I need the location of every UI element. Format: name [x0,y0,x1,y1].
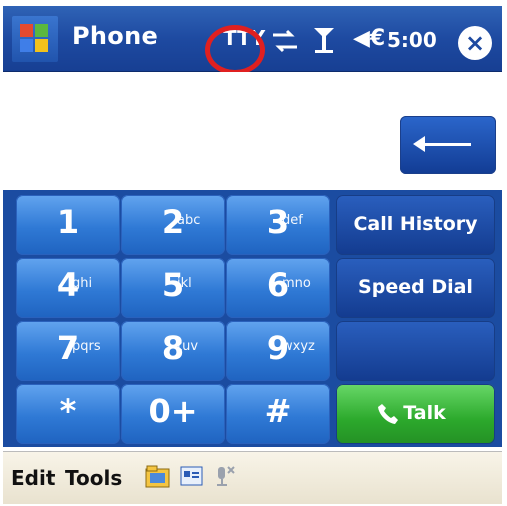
key-letters: wxyz [282,339,315,354]
key-digit: 7 [56,329,80,367]
dial-key-1[interactable]: 1 [16,195,120,255]
call-history-button[interactable]: Call History [336,195,495,255]
dial-key-8[interactable]: 8 tuv [121,321,225,381]
page-title: Phone [72,22,159,50]
dial-key-hash[interactable]: # [226,384,330,444]
connectivity-icon[interactable] [271,29,299,53]
key-letters: def [282,213,303,228]
key-digit: 2 [161,203,185,241]
blank-function-button[interactable] [336,321,495,381]
tools-menu[interactable]: Tools [65,466,122,490]
title-bar: Phone TTY ◀€ 5:00 × [3,6,502,75]
signal-icon[interactable] [310,24,338,56]
phone-screen: Phone TTY ◀€ 5:00 × 1 2 abc 3 def 4 ghi 5 jk… [0,0,507,506]
menu-bar: Edit Tools [3,451,502,504]
volume-icon[interactable]: ◀€ [353,26,385,51]
dial-key-7[interactable]: 7 pqrs [16,321,120,381]
edit-menu[interactable]: Edit [11,466,55,490]
windows-flag-icon [20,24,48,52]
microphone-muted-icon[interactable] [211,464,236,489]
dial-pad: 1 2 abc 3 def 4 ghi 5 jkl 6 mno 7 pqrs 8 tuv 9w… [3,190,502,447]
clock-time[interactable]: 5:00 [387,28,437,52]
key-digit: 4 [56,266,80,304]
dial-key-star[interactable]: * [16,384,120,444]
key-letters: mno [282,276,311,291]
key-letters: jkl [177,276,192,291]
dial-key-4[interactable]: 4 ghi [16,258,120,318]
key-letters: abc [177,213,201,228]
dial-key-6[interactable]: 6 mno [226,258,330,318]
contacts-folder-icon[interactable] [145,464,170,489]
key-digit: 6 [266,266,290,304]
call-history-label: Call History [353,213,478,235]
dial-key-0[interactable]: 0+ [121,384,225,444]
key-digit: 8 [161,329,185,367]
contact-card-icon[interactable] [179,464,204,489]
close-icon[interactable]: × [458,26,492,60]
key-digit: 3 [266,203,290,241]
key-digit: * [59,392,77,430]
key-digit: 1 [56,203,80,241]
talk-button[interactable]: Talk [336,384,495,444]
key-digit: # [264,392,292,430]
key-digit: 5 [161,266,185,304]
key-digit: 0+ [148,392,198,430]
dial-key-9[interactable]: 9 wxyz [226,321,330,381]
key-letters: tuv [177,339,199,354]
backspace-button[interactable] [400,116,496,174]
key-letters: pqrs [72,339,101,354]
highlight-ring [205,25,265,75]
start-button[interactable] [12,16,58,62]
key-letters: ghi [72,276,93,291]
dial-key-3[interactable]: 3 def [226,195,330,255]
talk-label: Talk [403,402,446,424]
speed-dial-label: Speed Dial [358,276,473,298]
dial-key-2[interactable]: 2 abc [121,195,225,255]
speed-dial-button[interactable]: Speed Dial [336,258,495,318]
dial-key-5[interactable]: 5 jkl [121,258,225,318]
backspace-arrow-icon [413,136,471,152]
